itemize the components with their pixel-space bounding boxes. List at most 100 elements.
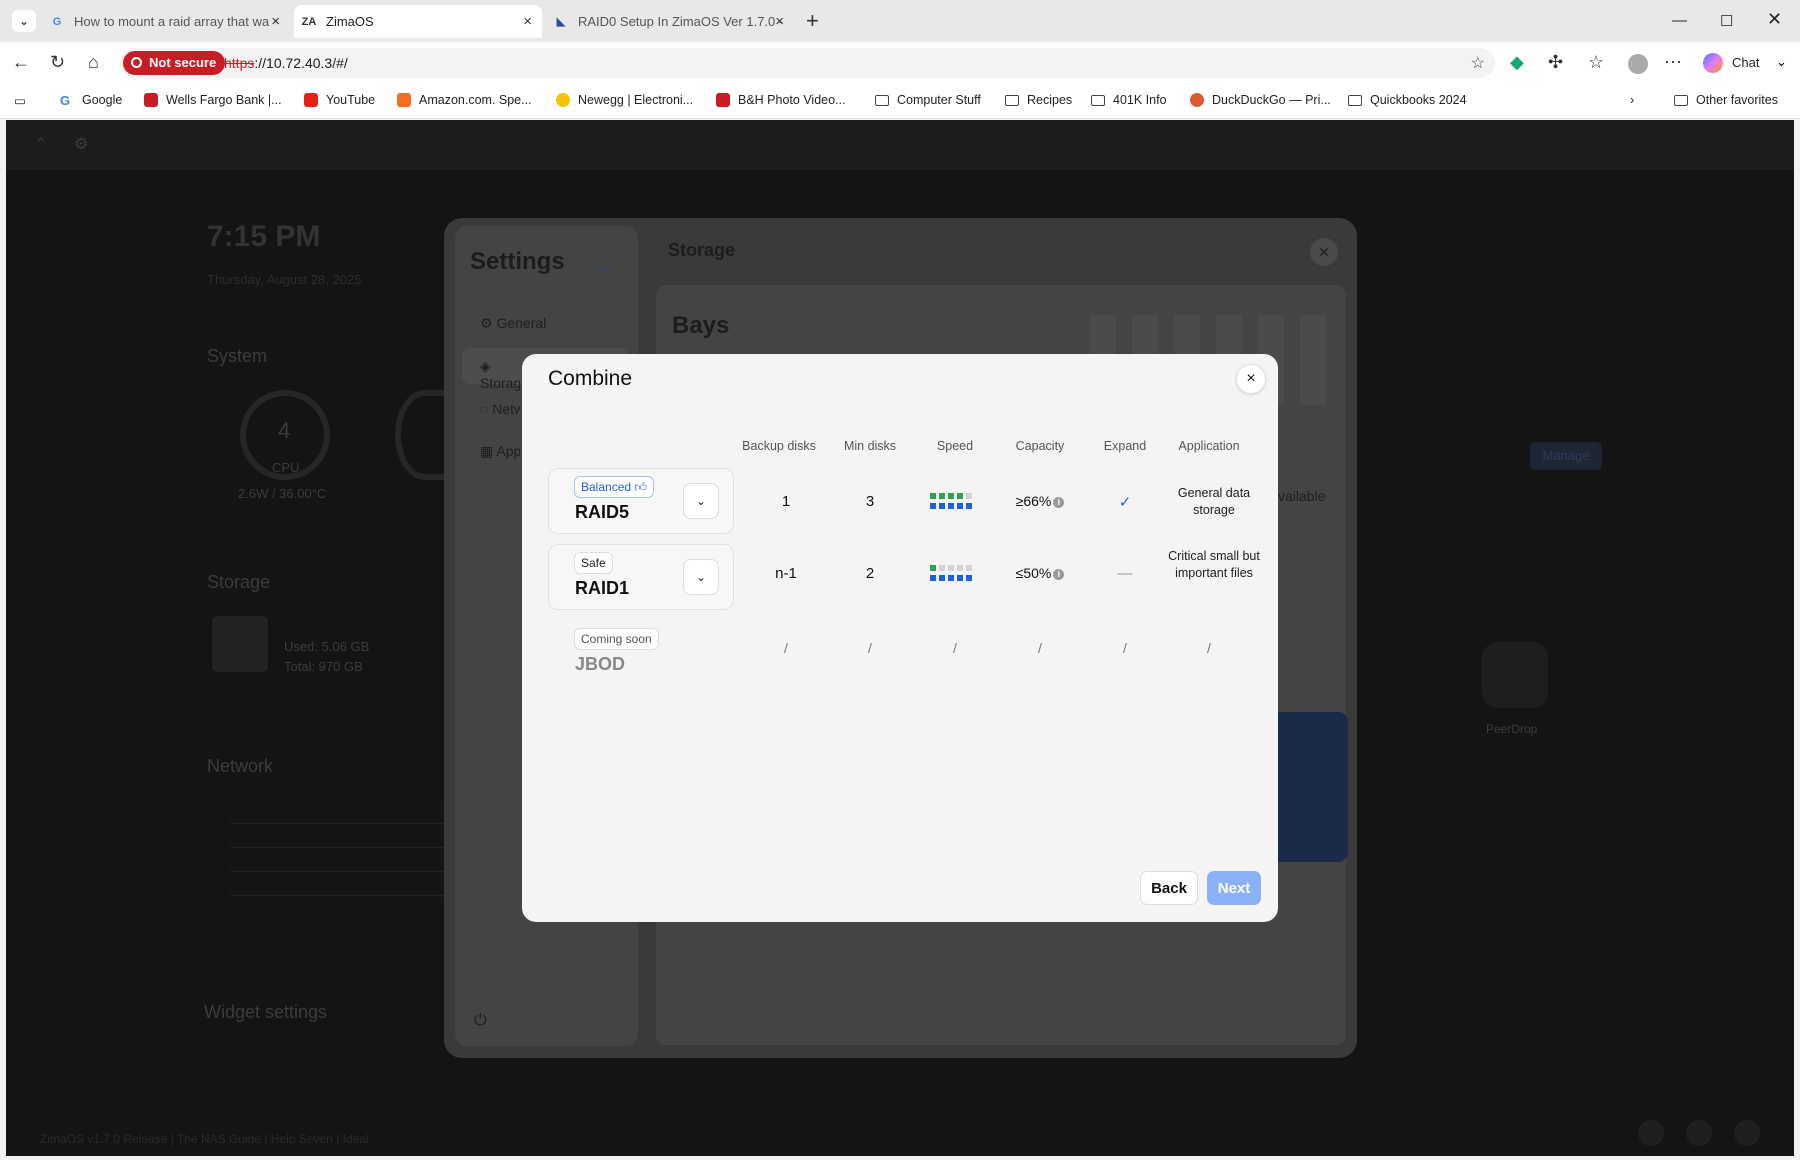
balanced-badge: Balanced 👍︎ xyxy=(574,476,654,498)
sidebar-item-apps[interactable]: ▦ Apps xyxy=(480,443,520,460)
speed-segment xyxy=(957,575,963,581)
modal-close-button[interactable]: × xyxy=(1236,364,1266,394)
speed-segment xyxy=(957,565,963,571)
modal-title: Combine xyxy=(548,367,633,390)
apps-icon[interactable]: ⌃ xyxy=(34,134,47,154)
raid5-min-disks: 3 xyxy=(865,493,875,510)
chat-button[interactable]: Chat xyxy=(1732,55,1759,70)
column-header-backup-disks: Backup disks xyxy=(742,439,816,453)
raid1-expand-button[interactable]: ⌄ xyxy=(683,559,719,595)
speed-segment xyxy=(966,565,972,571)
raid5-speed-indicator xyxy=(930,493,980,513)
chevron-down-icon[interactable]: ⌄ xyxy=(1776,54,1787,70)
tab-bar: ⌄ G How to mount a raid array that wa × … xyxy=(0,0,1800,42)
new-tab-icon[interactable]: + xyxy=(806,8,819,34)
bookmark-youtube[interactable]: YouTube xyxy=(304,93,375,107)
speed-segment xyxy=(966,575,972,581)
close-icon[interactable]: × xyxy=(271,13,280,30)
speed-segment xyxy=(930,575,936,581)
gear-icon: ⚙ xyxy=(480,315,497,331)
user-icon[interactable] xyxy=(1734,1120,1760,1146)
info-icon[interactable]: i xyxy=(1053,496,1065,508)
bookmark-401k[interactable]: 401K Info xyxy=(1091,93,1167,107)
home-icon[interactable]: ⌂ xyxy=(88,52,99,73)
close-window-icon[interactable]: ✕ xyxy=(1767,9,1782,30)
bays-title: Bays xyxy=(672,312,730,339)
bookmark-recipes[interactable]: Recipes xyxy=(1005,93,1072,107)
reload-icon[interactable]: ↻ xyxy=(50,52,65,73)
more-icon[interactable]: ⋯ xyxy=(1664,52,1682,73)
reading-icon[interactable]: ▭ xyxy=(14,93,26,108)
folder-icon xyxy=(1005,94,1019,106)
speed-segment xyxy=(948,503,954,509)
bookmark-google[interactable]: G Google xyxy=(60,93,122,108)
peerdrop-app-label: PeerDrop xyxy=(1486,722,1538,736)
settings-close-icon[interactable]: ✕ xyxy=(1310,238,1338,266)
speed-segment xyxy=(966,503,972,509)
close-icon: × xyxy=(1246,370,1256,387)
star-icon[interactable]: ☆ xyxy=(1471,53,1485,73)
widget-settings-link[interactable]: Widget settings xyxy=(204,1002,327,1023)
storage-label: Storage xyxy=(207,572,271,592)
smile-icon[interactable]: ◡ xyxy=(598,256,610,273)
bookmark-computer-stuff[interactable]: Computer Stuff xyxy=(875,93,981,107)
peerdrop-app-icon[interactable] xyxy=(1482,642,1548,708)
url-text[interactable]: https://10.72.40.3/#/ xyxy=(224,55,348,71)
chat-icon[interactable] xyxy=(1686,1120,1712,1146)
speed-segment xyxy=(930,503,936,509)
not-secure-badge[interactable]: Not secure xyxy=(123,51,226,75)
tab-raid-article[interactable]: G How to mount a raid array that wa × xyxy=(42,5,290,38)
close-icon[interactable]: × xyxy=(523,13,532,30)
bookmark-wells-fargo[interactable]: Wells Fargo Bank |... xyxy=(144,93,282,107)
bookmark-duckduckgo[interactable]: DuckDuckGo — Pri... xyxy=(1190,93,1331,107)
chevron-right-icon[interactable]: › xyxy=(1630,93,1634,107)
tab-zimaos[interactable]: ZA ZimaOS × xyxy=(294,5,542,38)
minimize-icon[interactable]: — xyxy=(1672,12,1687,29)
back-button[interactable]: Back xyxy=(1140,871,1198,905)
speed-segment xyxy=(939,565,945,571)
tab-raid0-setup[interactable]: ◣ RAID0 Setup In ZimaOS Ver 1.7.0 - × xyxy=(546,5,794,38)
other-favorites[interactable]: Other favorites xyxy=(1674,93,1778,107)
tab-title: How to mount a raid array that wa xyxy=(74,14,270,29)
bookmark-newegg[interactable]: Newegg | Electroni... xyxy=(556,93,693,107)
cpu-percent: 4 xyxy=(278,418,291,443)
sidebar-item-general[interactable]: ⚙ General xyxy=(480,315,546,332)
tab-title: ZimaOS xyxy=(326,14,374,29)
tab-list-icon[interactable]: ⌄ xyxy=(12,10,36,32)
youtube-icon xyxy=(304,93,318,107)
chevron-down-icon: ⌄ xyxy=(695,570,707,584)
manage-button[interactable]: Manage xyxy=(1530,442,1602,470)
back-arrow-icon[interactable]: ← xyxy=(12,52,30,73)
next-button[interactable]: Next xyxy=(1207,871,1261,905)
avatar[interactable] xyxy=(1628,54,1648,74)
speed-segment xyxy=(948,493,954,499)
bookmark-quickbooks[interactable]: Quickbooks 2024 xyxy=(1348,93,1467,107)
blue-card xyxy=(1278,712,1348,862)
footer-text: ZimaOS v1.7.0 Release | The NAS Guide | … xyxy=(40,1132,369,1146)
sidebar-item-network[interactable]: ◌ Network xyxy=(480,401,520,417)
close-icon[interactable]: × xyxy=(775,13,784,30)
bookmark-amazon[interactable]: Amazon.com. Spe... xyxy=(397,93,532,107)
copilot-icon[interactable] xyxy=(1703,53,1723,73)
newegg-icon xyxy=(556,93,570,107)
address-toolbar: ← ↻ ⌂ Not secure https://10.72.40.3/#/ ☆… xyxy=(0,42,1800,84)
maximize-icon[interactable]: ☐ xyxy=(1720,12,1733,30)
bookmark-bh[interactable]: B&H Photo Video... xyxy=(716,93,845,107)
cube-icon: ◈ xyxy=(480,358,491,374)
address-bar[interactable]: Not secure https://10.72.40.3/#/ ☆ xyxy=(120,48,1495,78)
bookmarks-bar: ▭ G Google Wells Fargo Bank |... YouTube … xyxy=(0,84,1800,119)
speed-segment xyxy=(939,493,945,499)
info-icon[interactable]: i xyxy=(1053,568,1065,580)
extension-green-icon[interactable]: ◆ xyxy=(1510,52,1524,73)
extensions-icon[interactable]: ✣ xyxy=(1548,52,1563,73)
speed-segment xyxy=(948,575,954,581)
power-icon[interactable]: ⏻ xyxy=(474,1012,487,1030)
favorites-icon[interactable]: ☆ xyxy=(1588,52,1604,73)
network-icon: ◌ xyxy=(480,401,493,417)
raid5-expand-button[interactable]: ⌄ xyxy=(683,483,719,519)
settings-title: Settings xyxy=(470,248,565,275)
google-icon: G xyxy=(52,15,62,28)
message-icon[interactable] xyxy=(1638,1120,1664,1146)
folder-icon xyxy=(1348,94,1362,106)
gear-icon[interactable]: ⚙ xyxy=(74,134,88,154)
